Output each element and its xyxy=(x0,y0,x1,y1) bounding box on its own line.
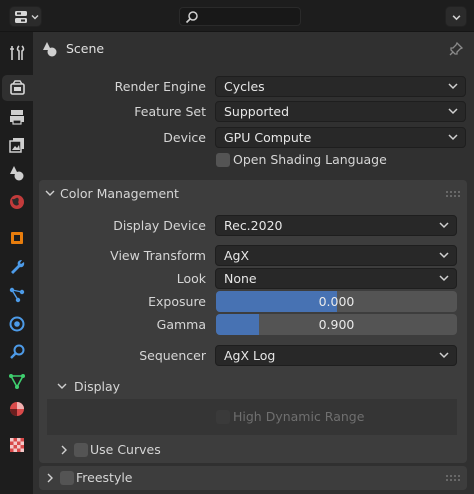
tab-material[interactable] xyxy=(4,396,30,422)
scene-icon xyxy=(43,42,57,57)
display-device-value: Rec.2020 xyxy=(224,218,283,233)
device-dropdown[interactable]: GPU Compute xyxy=(215,127,466,148)
view-transform-dropdown[interactable]: AgX xyxy=(215,245,457,266)
chevron-down-icon xyxy=(448,83,458,90)
drag-handle-icon[interactable] xyxy=(445,190,461,198)
gamma-value: 0.900 xyxy=(318,317,355,332)
pin-icon[interactable] xyxy=(448,41,464,57)
exposure-label: Exposure xyxy=(148,294,206,309)
search-input[interactable] xyxy=(179,7,301,26)
header-options-button[interactable] xyxy=(445,6,467,27)
render-icon xyxy=(9,80,25,95)
look-dropdown[interactable]: None xyxy=(215,268,457,289)
chevron-down-icon xyxy=(439,252,449,259)
tab-tool[interactable] xyxy=(4,40,30,66)
properties-header xyxy=(0,0,474,32)
feature-set-value: Supported xyxy=(224,104,290,119)
color-management-title: Color Management xyxy=(60,186,179,201)
view-transform-label: View Transform xyxy=(110,248,206,263)
tab-world[interactable] xyxy=(4,189,30,215)
chevron-down-icon xyxy=(31,15,39,20)
chevron-down-icon xyxy=(57,383,67,389)
exposure-slider[interactable]: 0.000 xyxy=(216,291,457,312)
tab-view-layer[interactable] xyxy=(4,132,30,158)
object-icon xyxy=(11,232,23,244)
chevron-down-icon xyxy=(439,222,449,229)
scene-icon xyxy=(10,166,24,181)
render-engine-label: Render Engine xyxy=(114,79,206,94)
tab-scene[interactable] xyxy=(4,160,30,186)
tab-physics[interactable] xyxy=(4,311,30,337)
chevron-right-icon xyxy=(61,445,67,455)
tab-particles[interactable] xyxy=(4,282,30,308)
chevron-down-icon xyxy=(448,108,458,115)
modifier-icon xyxy=(11,260,25,274)
look-label: Look xyxy=(176,271,206,286)
gamma-slider[interactable]: 0.900 xyxy=(216,314,457,335)
device-value: GPU Compute xyxy=(224,130,312,145)
drag-handle-icon[interactable] xyxy=(445,474,461,482)
display-subpanel-title: Display xyxy=(74,379,121,394)
chevron-down-icon xyxy=(452,15,461,21)
sequencer-label: Sequencer xyxy=(139,348,206,363)
freestyle-panel[interactable]: Freestyle xyxy=(39,466,467,490)
display-device-dropdown[interactable]: Rec.2020 xyxy=(215,215,457,236)
freestyle-label: Freestyle xyxy=(76,470,133,485)
properties-tabs-sidebar xyxy=(0,32,33,494)
view-layer-icon xyxy=(9,138,24,153)
object-data-icon xyxy=(9,374,25,389)
feature-set-dropdown[interactable]: Supported xyxy=(215,101,466,122)
gamma-label: Gamma xyxy=(156,317,206,332)
freestyle-checkbox[interactable] xyxy=(60,471,74,485)
tab-modifier[interactable] xyxy=(4,254,30,280)
context-title: Scene xyxy=(66,41,105,56)
render-engine-value: Cycles xyxy=(224,79,265,94)
use-curves-checkbox[interactable] xyxy=(74,443,88,457)
tab-texture[interactable] xyxy=(4,432,30,458)
sequencer-value: AgX Log xyxy=(224,348,276,363)
use-curves-label: Use Curves xyxy=(90,442,161,457)
color-management-header[interactable]: Color Management xyxy=(39,180,467,206)
osl-label: Open Shading Language xyxy=(233,152,387,167)
view-transform-value: AgX xyxy=(224,248,250,263)
search-icon xyxy=(185,11,198,24)
sequencer-dropdown[interactable]: AgX Log xyxy=(215,345,457,366)
display-subpanel-header[interactable]: Display xyxy=(47,374,457,398)
exposure-value: 0.000 xyxy=(318,294,355,309)
chevron-right-icon xyxy=(47,473,53,483)
feature-set-label: Feature Set xyxy=(134,104,206,119)
output-icon xyxy=(10,110,24,125)
device-label: Device xyxy=(163,130,206,145)
particles-icon xyxy=(9,287,25,303)
chevron-down-icon xyxy=(439,275,449,282)
render-properties-panel: Scene Render Engine Cycles Feature Set S… xyxy=(33,32,474,494)
material-icon xyxy=(10,402,24,416)
chevron-down-icon xyxy=(45,190,55,196)
texture-icon xyxy=(10,438,24,452)
hdr-label: High Dynamic Range xyxy=(233,409,365,424)
properties-editor-icon xyxy=(15,11,27,23)
tab-object[interactable] xyxy=(4,225,30,251)
chevron-down-icon xyxy=(448,134,458,141)
look-value: None xyxy=(224,271,257,286)
world-icon xyxy=(10,195,24,209)
tab-object-data[interactable] xyxy=(4,368,30,394)
tool-icon xyxy=(10,45,25,60)
editor-type-button[interactable] xyxy=(9,6,42,27)
tab-render[interactable] xyxy=(2,75,33,101)
use-curves-subpanel-header[interactable]: Use Curves xyxy=(47,439,457,461)
tab-output[interactable] xyxy=(4,104,30,130)
osl-checkbox[interactable] xyxy=(216,153,230,167)
constraints-icon xyxy=(10,344,25,359)
render-engine-dropdown[interactable]: Cycles xyxy=(215,76,466,97)
hdr-checkbox[interactable] xyxy=(216,410,230,424)
tab-constraints[interactable] xyxy=(4,339,30,365)
physics-icon xyxy=(9,316,25,332)
chevron-down-icon xyxy=(439,352,449,359)
display-device-label: Display Device xyxy=(113,218,206,233)
